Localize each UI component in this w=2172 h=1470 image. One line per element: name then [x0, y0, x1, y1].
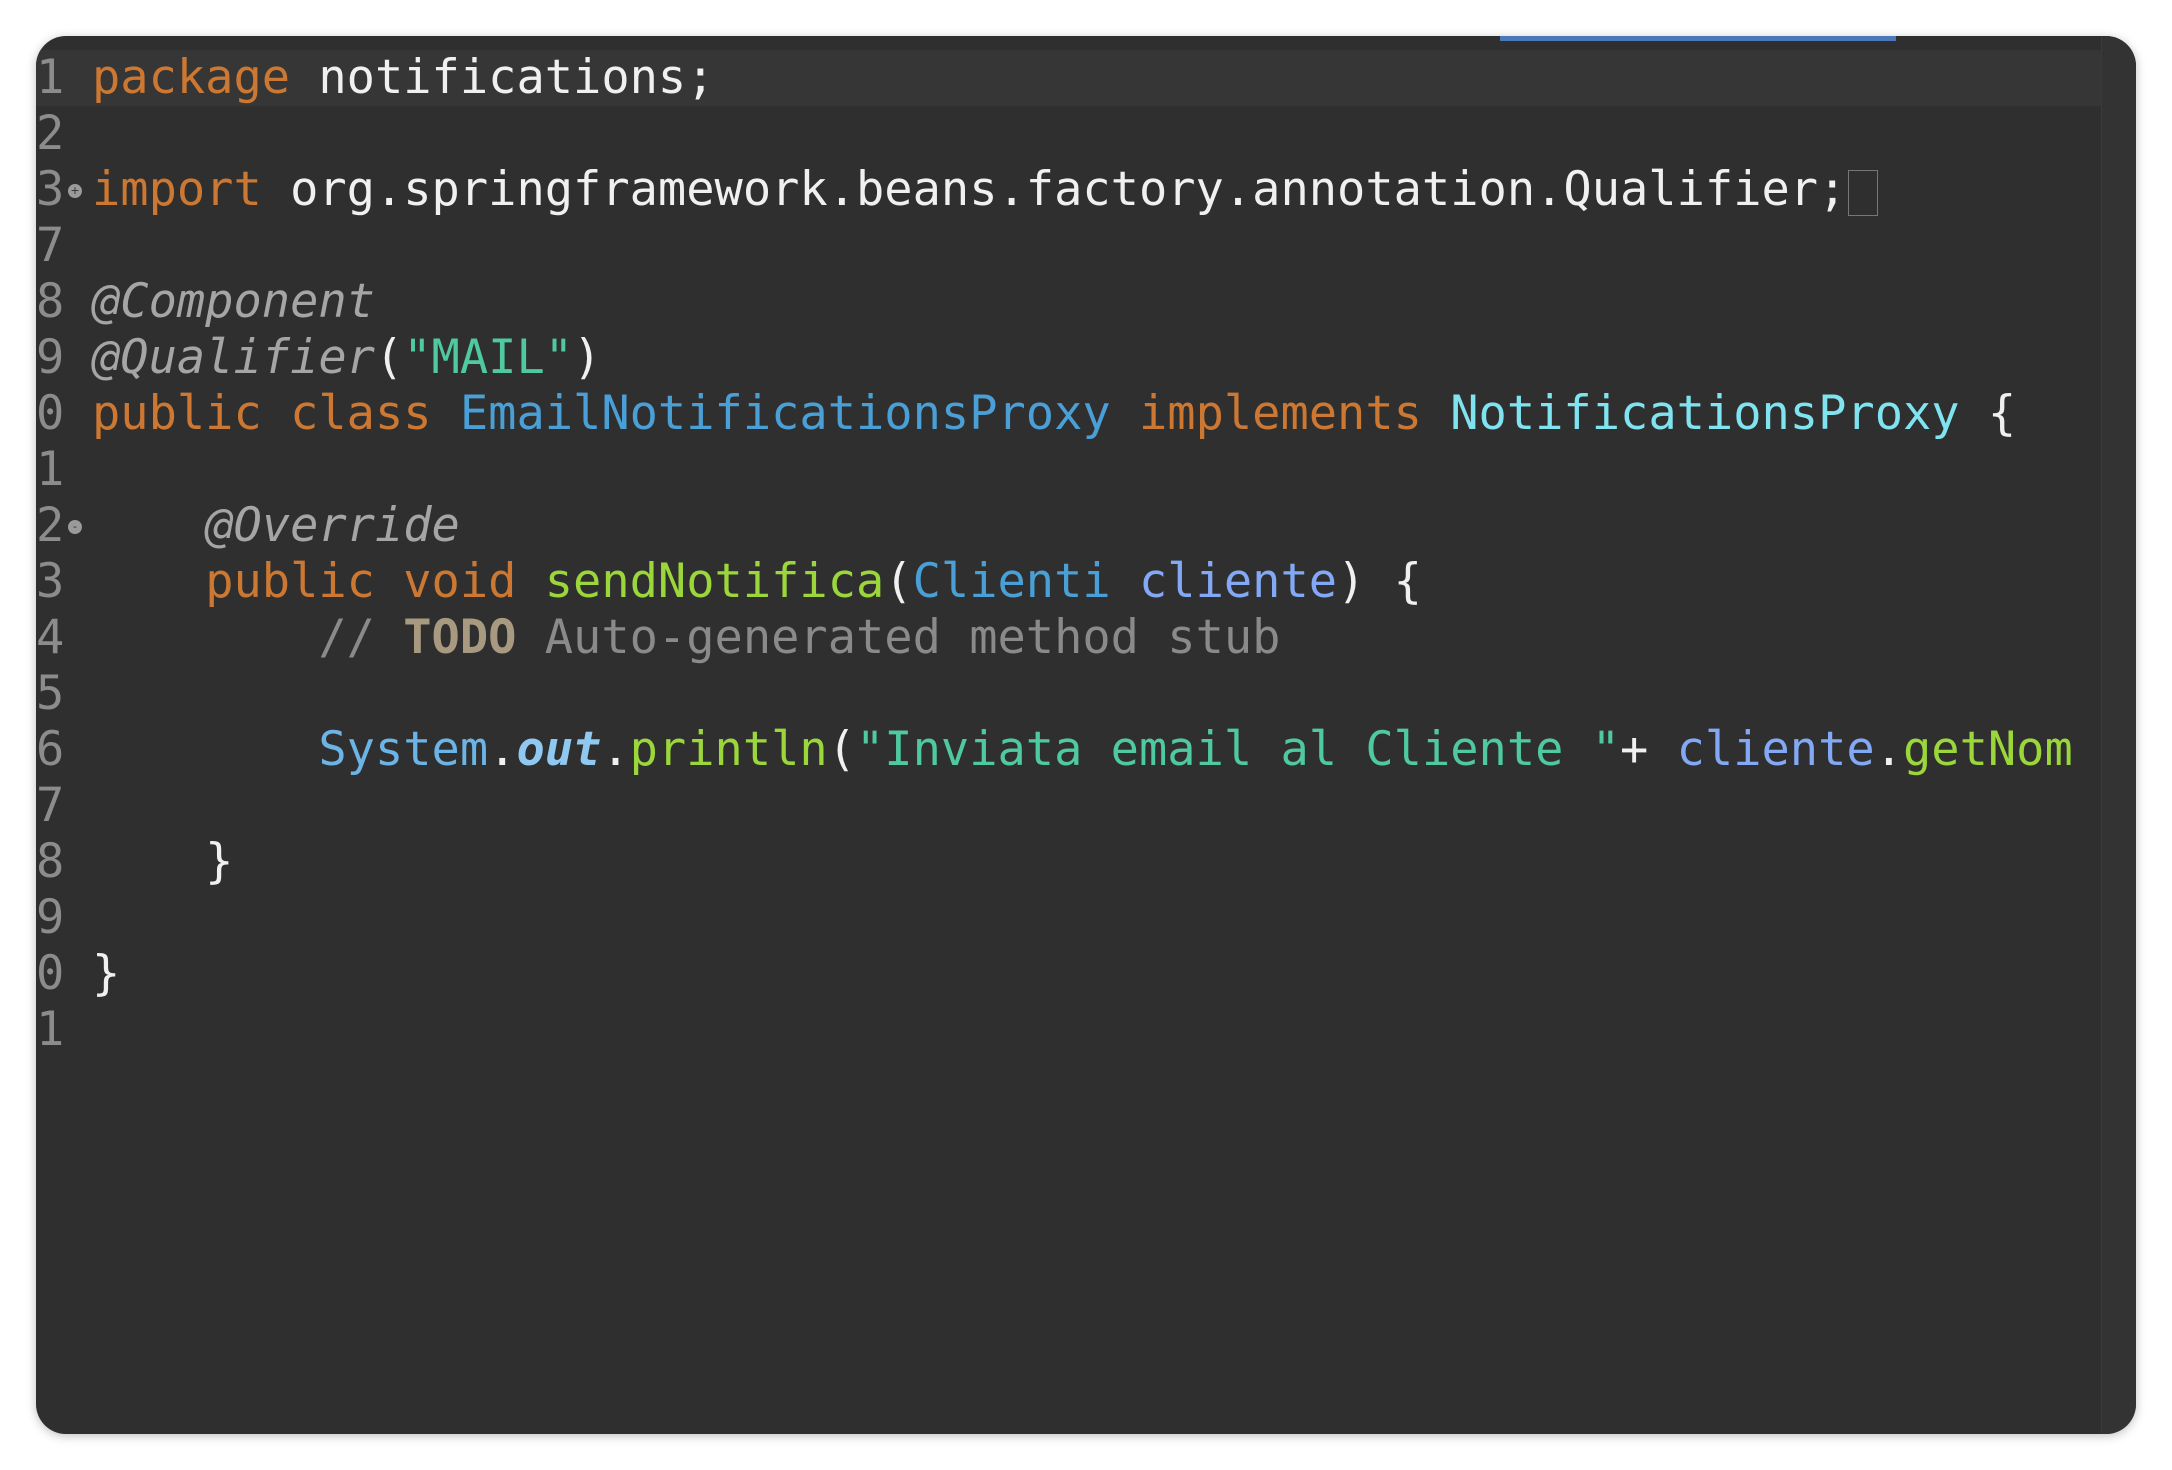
- code-line[interactable]: 8 }: [36, 834, 2102, 890]
- expand-fold-icon[interactable]: +: [68, 184, 82, 198]
- code-token: System: [318, 722, 489, 777]
- code-area[interactable]: 1 package notifications; 2 3 + import org.spr…: [36, 50, 2102, 1058]
- code-text: @Override: [92, 498, 460, 554]
- code-token: cliente: [1138, 554, 1338, 609]
- code-line[interactable]: 2: [36, 106, 2102, 162]
- code-token: EmailNotificationsProxy: [459, 386, 1111, 441]
- code-text: // TODO Auto-generated method stub: [92, 610, 1280, 666]
- code-token: Clienti: [912, 554, 1139, 609]
- code-line[interactable]: 4 // TODO Auto-generated method stub: [36, 610, 2102, 666]
- code-line[interactable]: 3 public void sendNotifica(Clienti clien…: [36, 554, 2102, 610]
- code-line[interactable]: 1 package notifications;: [36, 50, 2102, 106]
- code-line[interactable]: 3 + import org.springframework.beans.facto…: [36, 162, 2102, 218]
- code-text: System.out.println("Inviata email al Cli…: [92, 722, 2073, 778]
- code-editor-window: 1 package notifications; 2 3 + import org.spr…: [36, 36, 2136, 1434]
- line-number: 1: [36, 1002, 65, 1057]
- code-token: public class: [92, 386, 460, 441]
- code-token: (: [827, 722, 857, 777]
- code-token: getNom: [1903, 722, 2073, 777]
- code-text: @Qualifier("MAIL"): [92, 330, 601, 386]
- code-text: import org.springframework.beans.factory…: [92, 162, 1879, 218]
- line-number: 6: [36, 722, 65, 777]
- code-token: import: [92, 162, 262, 217]
- line-number: 8: [36, 274, 65, 329]
- line-number: 3: [36, 554, 65, 609]
- code-token: .: [601, 722, 630, 777]
- code-text: public void sendNotifica(Clienti cliente…: [92, 554, 1422, 610]
- line-number: 2: [36, 106, 65, 161]
- line-number: 8: [36, 834, 65, 889]
- code-token: //: [318, 610, 404, 665]
- code-token: TODO: [403, 610, 517, 665]
- code-token: ): [573, 330, 602, 385]
- code-token: .: [1874, 722, 1903, 777]
- code-text: public class EmailNotificationsProxy imp…: [92, 386, 2016, 442]
- line-number: 9: [36, 890, 65, 945]
- code-token: out: [516, 722, 602, 777]
- collapse-fold-icon[interactable]: -: [68, 520, 82, 534]
- code-token: @Qualifier: [92, 330, 375, 385]
- code-token: +: [1620, 722, 1677, 777]
- code-line[interactable]: 2- @Override: [36, 498, 2102, 554]
- line-number: 1: [36, 50, 65, 105]
- code-token: Auto-generated method stub: [516, 610, 1281, 665]
- code-token: org.springframework.beans.factory.annota…: [261, 162, 1847, 217]
- code-line[interactable]: 6 System.out.println("Inviata email al C…: [36, 722, 2102, 778]
- line-number: 1: [36, 442, 65, 497]
- line-number: 9: [36, 330, 65, 385]
- code-line[interactable]: 5: [36, 666, 2102, 722]
- code-text: package notifications;: [92, 50, 715, 106]
- code-token: }: [92, 946, 121, 1001]
- code-line[interactable]: 1: [36, 1002, 2102, 1058]
- code-token: @Override: [205, 498, 460, 553]
- code-token: println: [629, 722, 828, 777]
- code-token: implements: [1110, 386, 1451, 441]
- code-line[interactable]: 7: [36, 778, 2102, 834]
- code-token: (: [374, 330, 404, 385]
- code-token: cliente: [1676, 722, 1875, 777]
- code-token: public void: [205, 554, 545, 609]
- code-token: .: [488, 722, 517, 777]
- code-token: @Component: [92, 274, 375, 329]
- line-number: 7: [36, 218, 65, 273]
- code-token: (: [884, 554, 913, 609]
- code-line[interactable]: 0}: [36, 946, 2102, 1002]
- folded-imports-marker[interactable]: [1848, 169, 1879, 216]
- code-token: ) {: [1337, 554, 1422, 609]
- code-token: {: [1959, 386, 2017, 441]
- code-text: @Component: [92, 274, 375, 330]
- line-number: 0: [36, 386, 65, 441]
- vertical-scrollbar[interactable]: [2101, 36, 2136, 1434]
- code-token: "Inviata email al Cliente ": [856, 722, 1621, 777]
- code-text: }: [92, 834, 233, 890]
- line-number: 7: [36, 778, 65, 833]
- code-token: package: [92, 50, 291, 105]
- code-line[interactable]: 7: [36, 218, 2102, 274]
- code-token: notifications;: [290, 50, 715, 105]
- code-token: "MAIL": [403, 330, 574, 385]
- line-number: 0: [36, 946, 65, 1001]
- code-line[interactable]: 9: [36, 890, 2102, 946]
- code-token: NotificationsProxy: [1450, 386, 1960, 441]
- line-number: 4: [36, 610, 65, 665]
- code-text: }: [92, 946, 120, 1002]
- code-line[interactable]: 1: [36, 442, 2102, 498]
- horizontal-scroll-indicator[interactable]: [1500, 36, 1896, 41]
- line-number: 5: [36, 666, 65, 721]
- code-token: }: [92, 834, 234, 889]
- code-line[interactable]: 8 @Component: [36, 274, 2102, 330]
- code-token: sendNotifica: [544, 554, 885, 609]
- code-line[interactable]: 9 @Qualifier("MAIL"): [36, 330, 2102, 386]
- code-line[interactable]: 0 public class EmailNotificationsProxy im…: [36, 386, 2102, 442]
